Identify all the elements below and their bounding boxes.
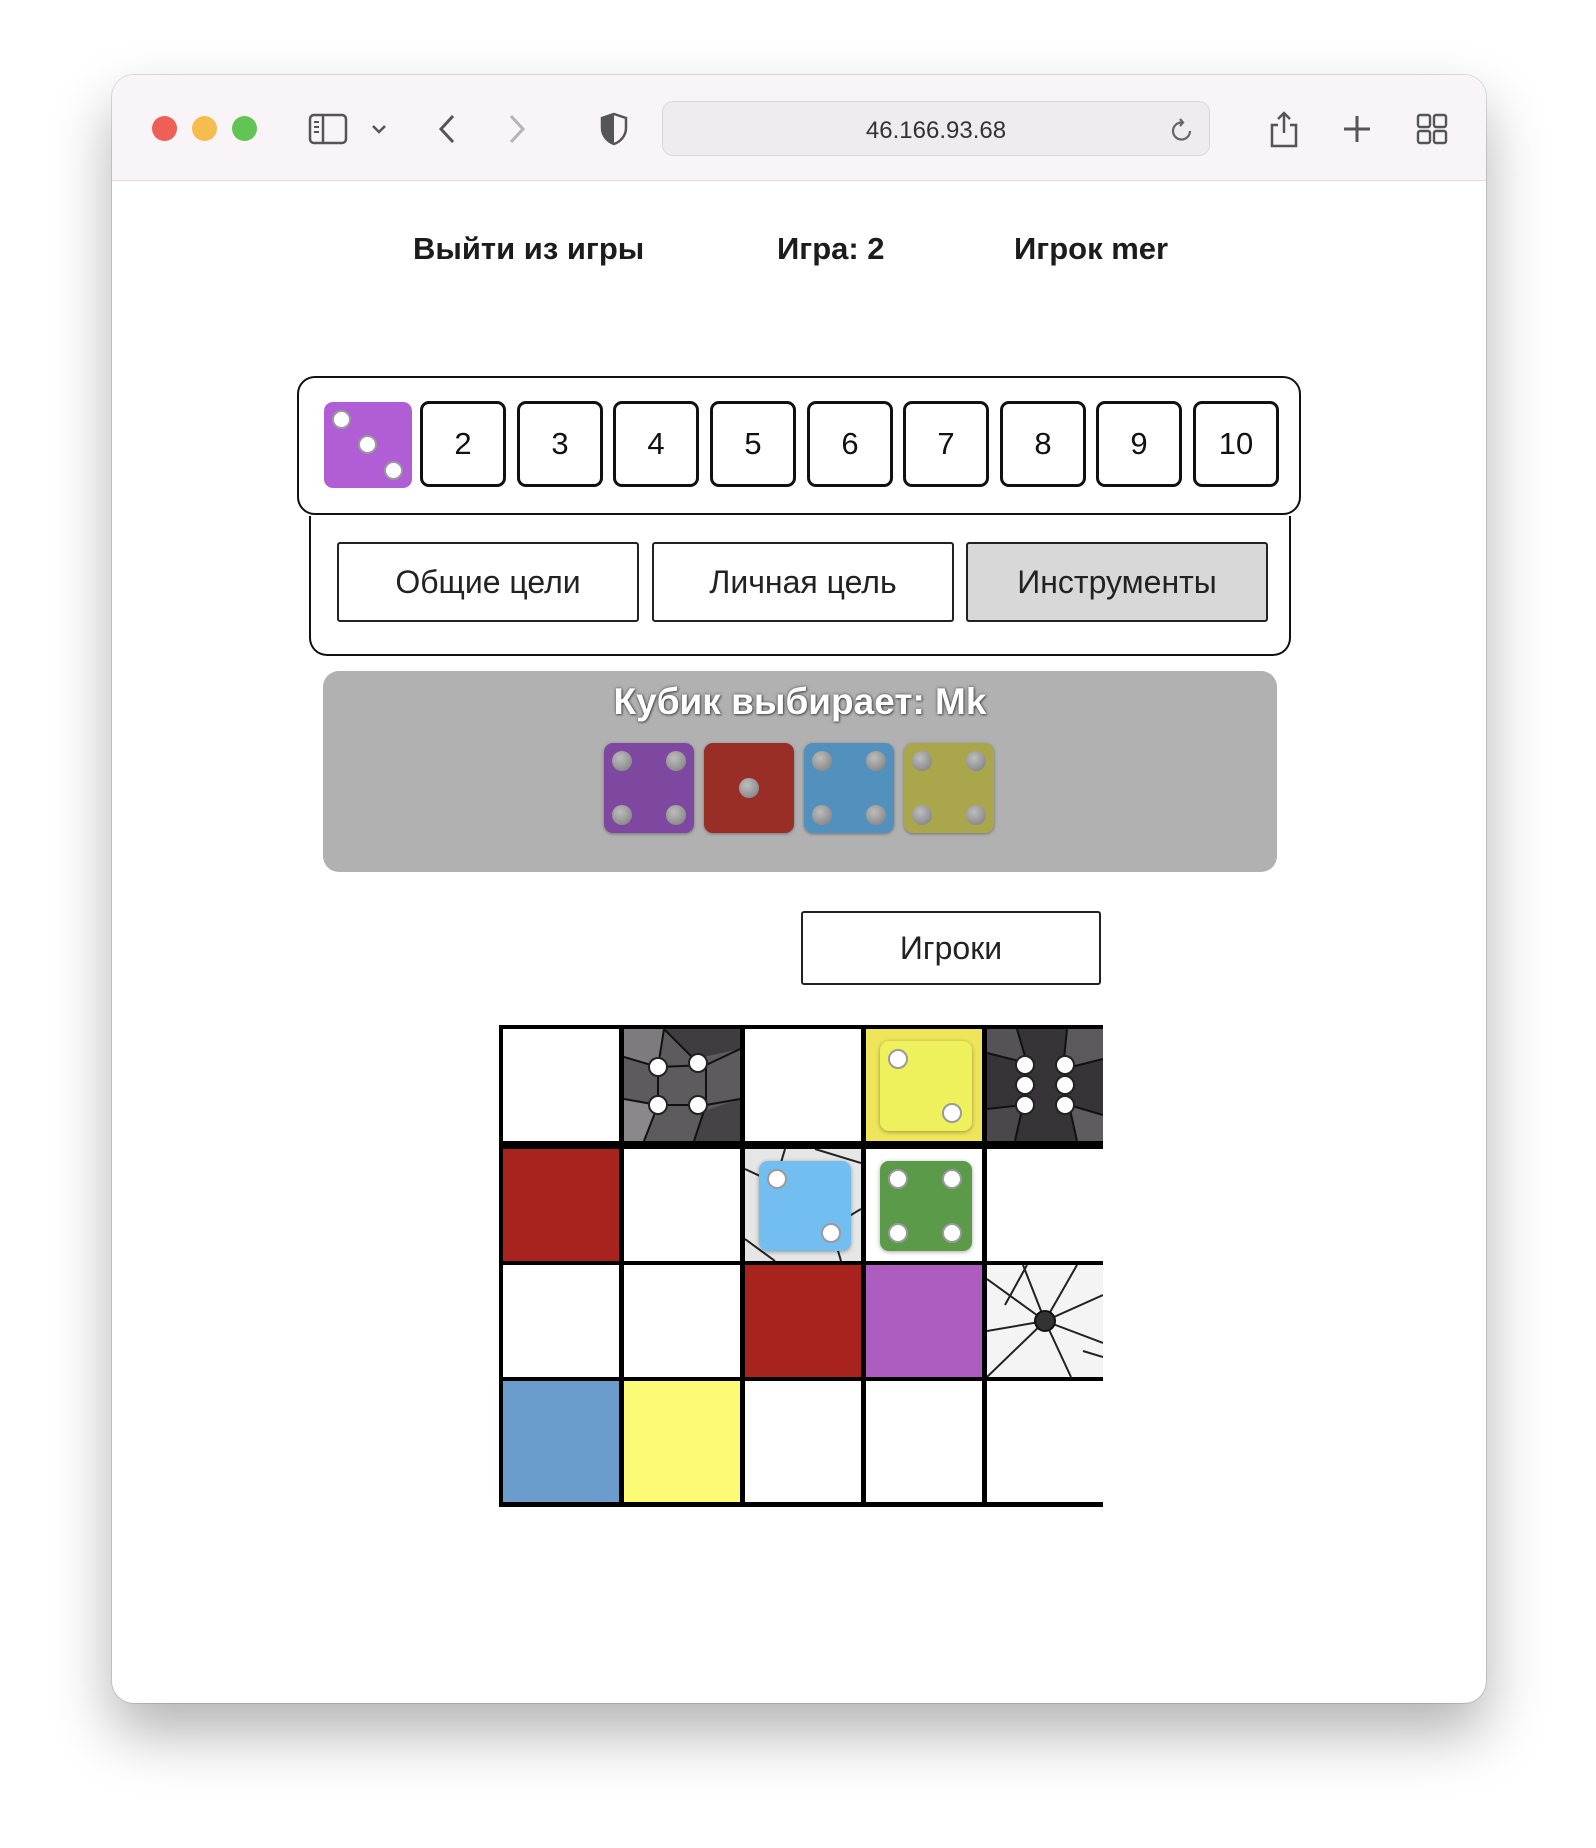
url-text: 46.166.93.68 (865, 117, 1007, 144)
round-box: 6 (807, 401, 893, 487)
new-tab-plus-icon[interactable] (1340, 109, 1374, 149)
current-round-die (324, 402, 412, 488)
placed-die-green-4 (880, 1161, 972, 1251)
draft-die-red-1[interactable] (704, 743, 794, 833)
board-cell[interactable] (745, 1381, 861, 1502)
goals-panel: Общие цели Личная цель Инструменты (309, 516, 1291, 656)
page-content: Выйти из игры Игра: 2 Игрок mer 2 3 4 5 … (112, 181, 1486, 1703)
players-button[interactable]: Игроки (801, 911, 1101, 985)
board-cell-purple[interactable] (866, 1265, 982, 1377)
board-cell[interactable] (745, 1029, 861, 1141)
round-box: 7 (903, 401, 989, 487)
board-cell[interactable] (866, 1149, 982, 1261)
board-cell-blue[interactable] (503, 1381, 619, 1502)
share-icon[interactable] (1266, 109, 1302, 149)
private-goal-button[interactable]: Личная цель (652, 542, 954, 622)
placed-die-yellow-2 (880, 1041, 972, 1131)
round-box: 4 (613, 401, 699, 487)
reload-icon[interactable] (1169, 116, 1195, 149)
draft-die-purple-4[interactable] (604, 743, 694, 833)
board-cell[interactable] (624, 1149, 740, 1261)
board-cell-yellow[interactable] (624, 1381, 740, 1502)
round-box: 9 (1096, 401, 1182, 487)
privacy-shield-icon[interactable] (597, 109, 631, 149)
draft-pool: Кубик выбирает: Mk (323, 671, 1277, 872)
round-box: 10 (1193, 401, 1279, 487)
draft-die-blue-4[interactable] (804, 743, 894, 833)
forward-arrow-icon[interactable] (502, 109, 532, 149)
tools-button[interactable]: Инструменты (966, 542, 1268, 622)
address-bar[interactable]: 46.166.93.68 (662, 101, 1210, 156)
back-arrow-icon[interactable] (432, 109, 462, 149)
board-cell[interactable] (503, 1029, 619, 1141)
round-box: 5 (710, 401, 796, 487)
round-box: 8 (1000, 401, 1086, 487)
round-box: 2 (420, 401, 506, 487)
board-cell[interactable] (987, 1381, 1103, 1502)
board-cell-red[interactable] (745, 1265, 861, 1377)
board-cell-shade-2[interactable] (745, 1149, 861, 1261)
board-cell[interactable] (987, 1149, 1103, 1261)
game-number-label: Игра: 2 (777, 231, 885, 266)
browser-window: 46.166.93.68 Выйти из игры Игра: 2 Игрок… (112, 75, 1486, 1703)
minimize-window-button[interactable] (192, 116, 217, 141)
browser-toolbar: 46.166.93.68 (112, 75, 1486, 181)
board-cell-shade-5[interactable] (624, 1029, 740, 1141)
placed-die-blue-2 (759, 1161, 851, 1251)
public-goals-button[interactable]: Общие цели (337, 542, 639, 622)
round-box: 3 (517, 401, 603, 487)
board-cell-yellow[interactable] (866, 1029, 982, 1141)
sidebar-toggle-icon[interactable] (306, 109, 350, 149)
draft-die-yellow-4[interactable] (904, 743, 994, 833)
board-cell-red[interactable] (503, 1149, 619, 1261)
board-cell-shade-1[interactable] (987, 1265, 1103, 1377)
draft-title: Кубик выбирает: Mk (613, 681, 987, 722)
tab-overview-icon[interactable] (1414, 109, 1450, 149)
board-cell[interactable] (503, 1265, 619, 1377)
zoom-window-button[interactable] (232, 116, 257, 141)
window-pattern-board (499, 1025, 1103, 1507)
board-cell-shade-6[interactable] (987, 1029, 1103, 1141)
board-cell[interactable] (624, 1265, 740, 1377)
round-track: 2 3 4 5 6 7 8 9 10 (297, 376, 1301, 515)
board-cell[interactable] (866, 1381, 982, 1502)
close-window-button[interactable] (152, 116, 177, 141)
player-name-label: Игрок mer (1014, 231, 1169, 266)
chevron-down-icon[interactable] (367, 109, 391, 149)
exit-game-link[interactable]: Выйти из игры (413, 231, 644, 267)
